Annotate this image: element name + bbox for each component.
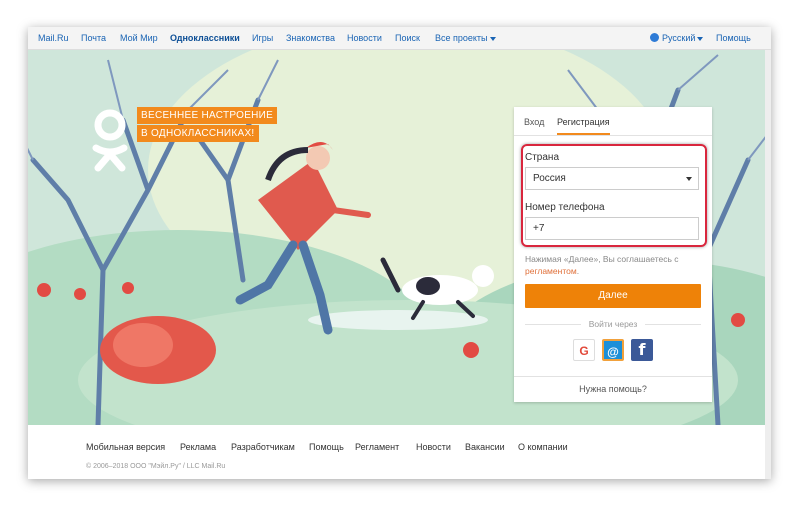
nav-mail[interactable]: Почта (81, 33, 106, 43)
tab-divider (514, 135, 712, 136)
dropdown-arrow-icon (686, 177, 692, 181)
footer-jobs[interactable]: Вакансии (465, 442, 505, 452)
nav-news[interactable]: Новости (347, 33, 382, 43)
terms-text: Нажимая «Далее», Вы соглашаетесь с (525, 254, 679, 264)
chevron-down-icon (697, 36, 704, 41)
nav-odnoklassniki[interactable]: Одноклассники (170, 33, 240, 43)
next-button[interactable]: Далее (525, 284, 701, 308)
tab-login[interactable]: Вход (524, 117, 544, 127)
footer-news[interactable]: Новости (416, 442, 451, 452)
copyright: © 2006–2018 ООО "Мэйл.Ру" / LLC Mail.Ru (86, 463, 226, 470)
nav-games[interactable]: Игры (252, 33, 273, 43)
portal-top-bar: Mail.Ru Почта Мой Мир Одноклассники Игры… (28, 27, 771, 50)
facebook-icon: f (638, 340, 646, 359)
mailru-icon: @ (607, 345, 619, 359)
page-footer: Мобильная версия Реклама Разработчикам П… (76, 425, 712, 479)
google-login-button[interactable]: G (573, 339, 595, 361)
nav-all-projects[interactable]: Все проекты (435, 33, 496, 43)
language-label: Русский (662, 33, 696, 43)
country-value: Россия (533, 173, 566, 184)
promo-line-2: В ОДНОКЛАССНИКАХ! (137, 125, 259, 142)
promo-line-1: ВЕСЕННЕЕ НАСТРОЕНИЕ (137, 107, 278, 124)
need-help-link[interactable]: Нужна помощь? (514, 384, 712, 394)
country-label: Страна (525, 152, 560, 163)
tab-register[interactable]: Регистрация (557, 117, 610, 135)
terms-notice: Нажимая «Далее», Вы соглашаетесь с регла… (525, 254, 679, 276)
phone-input[interactable]: +7 (525, 217, 699, 240)
footer-rules[interactable]: Регламент (355, 442, 399, 452)
nav-my-world[interactable]: Мой Мир (120, 33, 158, 43)
phone-label: Номер телефона (525, 202, 605, 213)
language-selector[interactable]: Русский (650, 33, 704, 43)
promo-banner: ВЕСЕННЕЕ НАСТРОЕНИЕ В ОДНОКЛАССНИКАХ! (137, 107, 283, 143)
footer-ads[interactable]: Реклама (180, 442, 216, 452)
nav-mailru[interactable]: Mail.Ru (38, 33, 69, 43)
nav-dating[interactable]: Знакомства (286, 33, 335, 43)
terms-link[interactable]: регламентом (525, 266, 577, 276)
facebook-login-button[interactable]: f (631, 339, 653, 361)
footer-help[interactable]: Помощь (309, 442, 344, 452)
hero-illustration: ВЕСЕННЕЕ НАСТРОЕНИЕ В ОДНОКЛАССНИКАХ! Вх… (28, 50, 771, 425)
phone-value: +7 (533, 223, 545, 234)
globe-icon (650, 33, 659, 42)
footer-mobile[interactable]: Мобильная версия (86, 442, 165, 452)
google-icon: G (579, 344, 589, 358)
footer-about[interactable]: О компании (518, 442, 568, 452)
nav-help[interactable]: Помощь (716, 33, 751, 43)
browser-window: Mail.Ru Почта Мой Мир Одноклассники Игры… (28, 27, 771, 479)
nav-search[interactable]: Поиск (395, 33, 420, 43)
chevron-down-icon (489, 36, 496, 41)
auth-panel: Вход Регистрация Страна Россия Номер тел… (514, 107, 712, 402)
country-select[interactable]: Россия (525, 167, 699, 190)
login-via-label: Войти через (514, 319, 712, 329)
scrollbar[interactable] (765, 50, 771, 479)
mailru-login-button[interactable]: @ (602, 339, 624, 361)
nav-all-projects-label: Все проекты (435, 33, 488, 43)
footer-developers[interactable]: Разработчикам (231, 442, 295, 452)
help-divider (514, 376, 712, 377)
